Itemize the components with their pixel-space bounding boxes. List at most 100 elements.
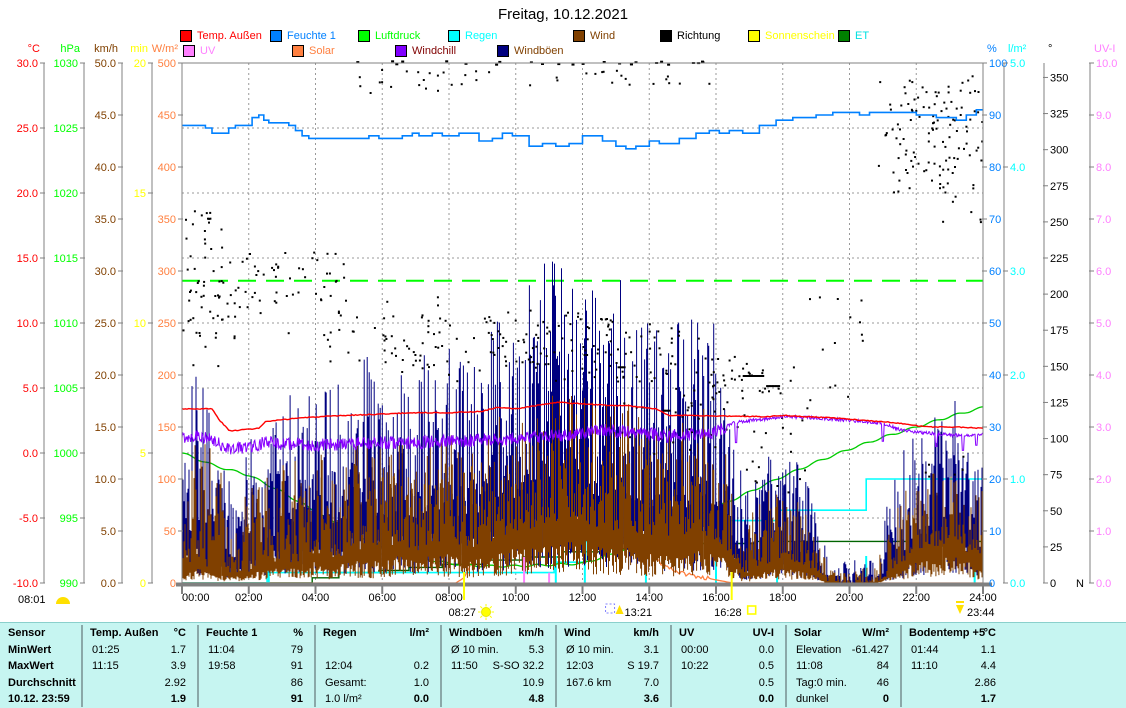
table-cell: 11:0884 <box>786 658 901 675</box>
axis-tick-label-temp: 30.0 <box>17 58 38 70</box>
axis-tick-label-uv: 0.0 <box>1096 578 1111 590</box>
axis-tick-label-solar: 0 <box>170 578 176 590</box>
axis-tick-label-uv: 2.0 <box>1096 474 1111 486</box>
table-row-label-text: 10.12. 23:59 <box>8 691 70 708</box>
axis-tick-label-uv: 6.0 <box>1096 266 1111 278</box>
axis-zero-label-direction: N <box>1076 578 1084 590</box>
axis-unit-rain: l/m² <box>1008 43 1027 55</box>
axis-tick-label-temp: -10.0 <box>13 578 38 590</box>
axis-tick-label-pressure: 1015 <box>54 253 78 265</box>
moonrise-time-label: 13:21 <box>625 607 653 619</box>
axis-tick-label-direction: 25 <box>1050 542 1062 554</box>
axis-tick-label-windspeed: 10.0 <box>95 474 116 486</box>
table-cell: Gesamt:1.0 <box>315 675 441 692</box>
table-cell-value: 3.1 <box>556 642 659 659</box>
axis-tick-label-direction: 75 <box>1050 470 1062 482</box>
axis-unit-direction: ° <box>1048 43 1052 55</box>
axis-tick-label-windspeed: 5.0 <box>101 526 116 538</box>
table-cell: 1.9 <box>82 691 198 708</box>
table-cell: 4.8 <box>441 691 556 708</box>
x-axis-label: 06:00 <box>368 592 396 604</box>
axis-tick-label-direction: 250 <box>1050 217 1068 229</box>
table-cell-value: 2.86 <box>901 675 996 692</box>
table-cell-value: 7.0 <box>556 675 659 692</box>
table-cell-value: 1.9 <box>82 691 186 708</box>
sunrise-time-label: 08:27 <box>448 607 476 619</box>
sunset-time-label: 16:28 <box>714 607 742 619</box>
table-column-header: Feuchte 1% <box>198 625 315 642</box>
axis-tick-label-rain: 3.0 <box>1010 266 1025 278</box>
x-axis-label: 08:00 <box>435 592 463 604</box>
table-cell-value: 91 <box>198 658 303 675</box>
axis-tick-label-sunshine: 10 <box>134 318 146 330</box>
axis-tick-label-direction: 50 <box>1050 506 1062 518</box>
table-cell: 01:251.7 <box>82 642 198 659</box>
table-cell-value: S 19.7 <box>556 658 659 675</box>
axis-tick-label-temp: 15.0 <box>17 253 38 265</box>
table-column-header: UVUV-I <box>671 625 786 642</box>
axis-tick-label-uv: 1.0 <box>1096 526 1111 538</box>
axis-unit-humidity: % <box>987 43 997 55</box>
table-cell-value: 1.0 <box>315 675 429 692</box>
table-column-5: Windkm/hØ 10 min.3.112:03S 19.7167.6 km7… <box>556 623 671 708</box>
sunrise-sun-ray <box>480 616 482 618</box>
axis-tick-label-pressure: 1030 <box>54 58 78 70</box>
x-axis-label: 14:00 <box>635 592 663 604</box>
axis-tick-label-humidity: 40 <box>989 370 1001 382</box>
table-cell-value: 3.6 <box>556 691 659 708</box>
table-cell: 11:0479 <box>198 642 315 659</box>
axis-tick-label-humidity: 10 <box>989 526 1001 538</box>
sunrise-sun-icon <box>482 608 491 617</box>
table-cell-value: S-SO 32.2 <box>441 658 544 675</box>
table-column-unit: km/h <box>556 625 659 642</box>
axis-tick-label-pressure: 990 <box>60 578 78 590</box>
axis-tick-label-pressure: 1020 <box>54 188 78 200</box>
axis-tick-label-direction: 300 <box>1050 145 1068 157</box>
table-cell: 167.6 km7.0 <box>556 675 671 692</box>
axis-tick-label-pressure: 1005 <box>54 383 78 395</box>
axis-tick-label-solar: 150 <box>158 422 176 434</box>
axis-tick-label-humidity: 30 <box>989 422 1001 434</box>
table-cell-value: 1.7 <box>82 642 186 659</box>
table-column-unit: l/m² <box>315 625 429 642</box>
axis-tick-label-sunshine: 20 <box>134 58 146 70</box>
table-cell: 11:50S-SO 32.2 <box>441 658 556 675</box>
table-row-label: 10.12. 23:59 <box>0 691 82 708</box>
table-cell-value: 0.0 <box>671 642 774 659</box>
x-axis-label: 04:00 <box>302 592 330 604</box>
x-axis-label: 12:00 <box>569 592 597 604</box>
axis-tick-label-windspeed: 0.0 <box>101 578 116 590</box>
table-column-header: SolarW/m² <box>786 625 901 642</box>
axis-tick-label-windspeed: 25.0 <box>95 318 116 330</box>
axis-tick-label-rain: 2.0 <box>1010 370 1025 382</box>
axis-tick-label-sunshine: 0 <box>140 578 146 590</box>
axis-unit-solar: W/m² <box>152 43 179 55</box>
axis-tick-label-uv: 3.0 <box>1096 422 1111 434</box>
table-column-1: Temp. Außen°C01:251.711:153.92.921.9 <box>82 623 198 708</box>
axis-tick-label-solar: 350 <box>158 214 176 226</box>
weather-chart-svg: 30.025.020.015.010.05.00.0-5.0-10.0°C103… <box>0 0 1126 620</box>
axis-tick-label-pressure: 1000 <box>54 448 78 460</box>
axis-tick-label-uv: 5.0 <box>1096 318 1111 330</box>
axis-tick-label-direction: 100 <box>1050 434 1068 446</box>
axis-tick-label-windspeed: 45.0 <box>95 110 116 122</box>
axis-tick-label-windspeed: 30.0 <box>95 266 116 278</box>
table-cell-value: 0.0 <box>671 691 774 708</box>
table-cell-value: 1.1 <box>901 642 996 659</box>
axis-tick-label-temp: 20.0 <box>17 188 38 200</box>
axis-tick-label-solar: 200 <box>158 370 176 382</box>
table-cell: 11:104.4 <box>901 658 1126 675</box>
x-axis-label: 20:00 <box>836 592 864 604</box>
table-column-7: SolarW/m²Elevation-61.42711:0884Tag:0 mi… <box>786 623 901 708</box>
axis-tick-label-pressure: 1025 <box>54 123 78 135</box>
table-row-label: Sensor <box>0 625 82 642</box>
axis-tick-label-rain: 4.0 <box>1010 162 1025 174</box>
axis-tick-label-direction: 125 <box>1050 397 1068 409</box>
moonset-arrow-icon <box>956 605 964 614</box>
axis-tick-label-solar: 300 <box>158 266 176 278</box>
weather-chart: 30.025.020.015.010.05.00.0-5.0-10.0°C103… <box>0 0 1126 620</box>
table-cell: 1.0 l/m²0.0 <box>315 691 441 708</box>
axis-tick-label-windspeed: 15.0 <box>95 422 116 434</box>
axis-tick-label-solar: 250 <box>158 318 176 330</box>
axis-tick-label-humidity: 100 <box>989 58 1007 70</box>
